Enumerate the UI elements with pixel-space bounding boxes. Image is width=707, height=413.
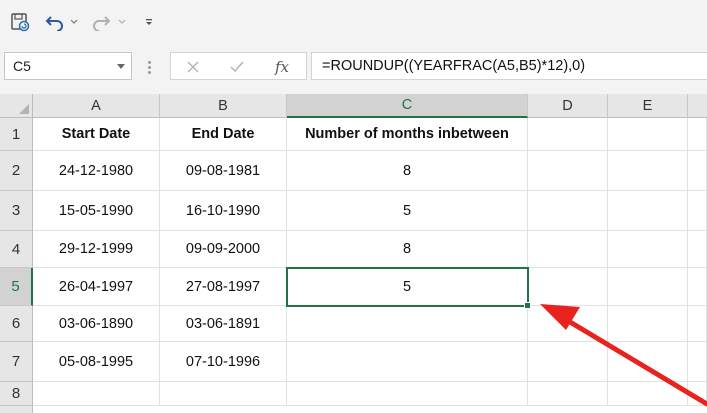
spreadsheet-grid: A B C D E 1 2 3 4 5 6 7 8 Start Date End… — [0, 94, 707, 413]
annotation-arrow-icon — [540, 304, 707, 407]
formula-buttons: fx — [170, 52, 307, 80]
redo-dropdown-icon[interactable] — [116, 10, 128, 34]
formula-input[interactable]: =ROUNDUP((YEARFRAC(A5,B5)*12),0) — [311, 52, 707, 80]
close-icon[interactable] — [182, 56, 204, 78]
check-icon[interactable] — [226, 56, 248, 78]
name-box-value: C5 — [13, 58, 31, 74]
autosave-icon[interactable] — [8, 10, 32, 34]
customize-toolbar-icon[interactable] — [142, 10, 156, 34]
undo-dropdown-icon[interactable] — [68, 10, 80, 34]
formula-bar: C5 fx =ROUNDUP((YEARFRAC(A5,B5)*12),0) — [0, 44, 707, 94]
name-box[interactable]: C5 — [4, 52, 132, 80]
quick-access-toolbar — [0, 0, 707, 44]
fx-icon: fx — [274, 58, 289, 76]
undo-icon[interactable] — [44, 10, 66, 34]
insert-function-button[interactable]: fx — [271, 56, 293, 78]
formula-bar-splitter[interactable] — [148, 61, 151, 75]
chevron-down-icon[interactable] — [117, 64, 125, 69]
redo-icon[interactable] — [90, 10, 112, 34]
formula-text: =ROUNDUP((YEARFRAC(A5,B5)*12),0) — [322, 58, 586, 74]
